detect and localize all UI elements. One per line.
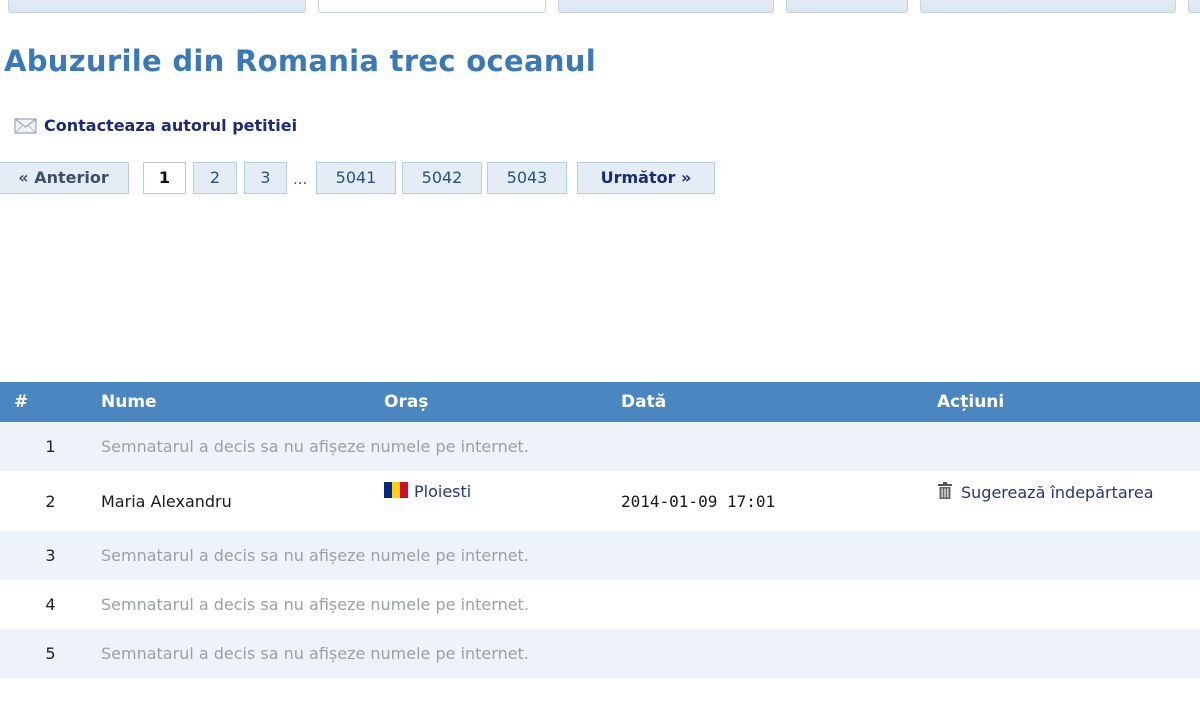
row-actions [937,531,1200,580]
row-number: 3 [0,531,101,580]
page-5043-button[interactable]: 5043 [487,162,567,194]
column-header-date: Dată [621,382,937,422]
row-number: 4 [0,580,101,629]
city-link[interactable]: Ploiesti [414,482,471,501]
table-row: 4 Semnatarul a decis sa nu afișeze numel… [0,580,1200,629]
tab-bar [0,0,1200,14]
pagination-ellipsis: ... [293,170,308,188]
signature-date [621,629,937,678]
tab-2[interactable] [318,0,546,13]
signatures-table: # Nume Oraș Dată Acțiuni 1 Semnatarul a … [0,382,1200,727]
signer-name [101,678,384,727]
table-row: 2 Maria Alexandru Ploiesti 2014-01-09 17… [0,471,1200,531]
table-row [0,678,1200,727]
row-actions [937,580,1200,629]
page-2-button[interactable]: 2 [193,162,237,194]
row-number: 2 [0,471,101,531]
row-number: 5 [0,629,101,678]
row-actions [937,678,1200,727]
contact-author-link[interactable]: Contacteaza autorul petitiei [44,116,297,135]
page-3-button[interactable]: 3 [244,162,287,194]
tab-1[interactable] [8,0,306,13]
signer-name-hidden: Semnatarul a decis sa nu afișeze numele … [101,422,621,471]
row-number: 1 [0,422,101,471]
page-5041-button[interactable]: 5041 [316,162,396,194]
table-header-row: # Nume Oraș Dată Acțiuni [0,382,1200,422]
signer-name-hidden: Semnatarul a decis sa nu afișeze numele … [101,629,621,678]
signature-date [621,678,937,727]
column-header-number: # [0,382,101,422]
signer-city [384,678,621,727]
page-1-button[interactable]: 1 [143,162,186,194]
tab-4[interactable] [786,0,908,13]
signer-name: Maria Alexandru [101,471,384,531]
signature-date [621,580,937,629]
signature-date [621,531,937,580]
row-number [0,678,101,727]
signature-date [621,422,937,471]
column-header-city: Oraș [384,382,621,422]
suggest-removal-link[interactable]: Sugerează îndepărtarea [961,483,1154,502]
romania-flag-icon [384,482,408,498]
previous-page-button[interactable]: « Anterior [0,162,129,194]
signature-date: 2014-01-09 17:01 [621,471,937,531]
table-row: 5 Semnatarul a decis sa nu afișeze numel… [0,629,1200,678]
row-actions: Sugerează îndepărtarea [937,471,1200,531]
signer-name-hidden: Semnatarul a decis sa nu afișeze numele … [101,580,621,629]
envelope-icon [14,117,38,135]
row-actions [937,422,1200,471]
table-row: 3 Semnatarul a decis sa nu afișeze numel… [0,531,1200,580]
tab-6[interactable] [1188,0,1200,13]
column-header-name: Nume [101,382,384,422]
table-row: 1 Semnatarul a decis sa nu afișeze numel… [0,422,1200,471]
contact-author[interactable]: Contacteaza autorul petitiei [14,116,297,135]
signer-name-hidden: Semnatarul a decis sa nu afișeze numele … [101,531,621,580]
next-page-button[interactable]: Următor » [577,162,715,194]
row-actions [937,629,1200,678]
page-title: Abuzurile din Romania trec oceanul [4,44,596,78]
tab-3[interactable] [558,0,774,13]
page-5042-button[interactable]: 5042 [402,162,482,194]
signer-city: Ploiesti [384,471,621,531]
tab-5[interactable] [920,0,1176,13]
trash-icon [937,482,953,500]
column-header-actions: Acțiuni [937,382,1200,422]
